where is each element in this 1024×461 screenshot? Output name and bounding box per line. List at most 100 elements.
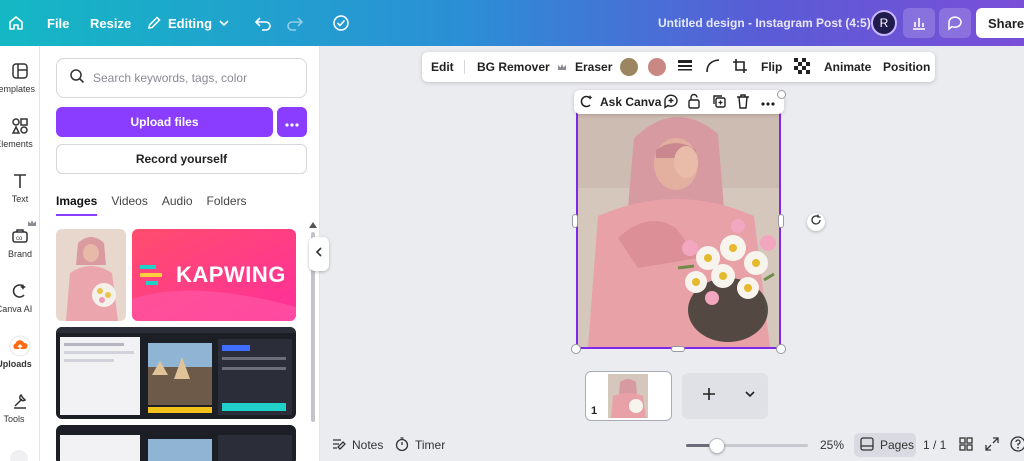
crop-button[interactable] — [732, 52, 748, 82]
collapse-panel-button[interactable] — [309, 237, 329, 271]
upload-tabs: Images Videos Audio Folders — [56, 194, 247, 216]
upload-thumbnail-screenshot-2[interactable] — [56, 425, 296, 461]
rail-item-tools[interactable]: Tools — [0, 390, 39, 424]
search-input[interactable] — [93, 71, 283, 85]
rotate-button[interactable] — [807, 213, 825, 231]
bg-remover-label: BG Remover — [477, 60, 550, 74]
uploads-icon — [0, 335, 39, 357]
resize-handle-bottom-right[interactable] — [776, 344, 786, 354]
cloud-check-icon — [332, 15, 350, 31]
editing-mode-menu[interactable]: Editing — [146, 0, 230, 46]
plus-icon — [702, 387, 716, 406]
zoom-slider[interactable] — [686, 444, 808, 447]
crown-icon — [27, 219, 37, 229]
pages-button[interactable]: Pages — [854, 433, 916, 457]
animate-button[interactable]: Animate — [824, 52, 871, 82]
eraser-button[interactable]: Eraser — [575, 52, 612, 82]
save-status-button[interactable] — [332, 0, 350, 46]
page-thumbnail-image — [608, 374, 648, 418]
canva-ai-sparkle-icon — [580, 94, 594, 111]
elements-icon — [0, 115, 39, 137]
transparency-button[interactable] — [794, 52, 810, 82]
upload-more-button[interactable] — [277, 107, 307, 137]
upload-files-button[interactable]: Upload files — [56, 107, 273, 137]
bg-remover-button[interactable]: BG Remover — [477, 52, 567, 82]
edit-button[interactable]: Edit — [431, 52, 454, 82]
color-swatch-2[interactable] — [648, 52, 666, 82]
help-button[interactable] — [1010, 431, 1024, 459]
share-button[interactable]: Share — [976, 8, 1024, 38]
image-toolbar: Edit BG Remover Eraser Flip Animate Posi… — [422, 52, 935, 82]
avatar[interactable]: R — [871, 10, 897, 36]
file-menu[interactable]: File — [47, 0, 69, 46]
insights-button[interactable] — [903, 8, 935, 38]
more-options-button[interactable] — [761, 90, 775, 114]
redo-icon — [286, 15, 304, 31]
resize-handle-bottom-left[interactable] — [571, 344, 581, 354]
text-icon — [0, 170, 39, 192]
chevron-down-icon — [218, 17, 230, 29]
rail-item-canva-ai[interactable]: Canva AI — [0, 280, 39, 314]
tab-audio[interactable]: Audio — [162, 194, 193, 216]
tab-videos[interactable]: Videos — [111, 194, 147, 216]
chevron-down-icon[interactable] — [744, 387, 756, 405]
tab-images[interactable]: Images — [56, 194, 98, 216]
upload-thumbnail-screenshot[interactable] — [56, 327, 296, 419]
lock-button[interactable] — [687, 90, 701, 114]
top-bar: File Resize Editing Untitled design - In… — [0, 0, 1024, 46]
undo-button[interactable] — [254, 0, 272, 46]
ask-canva-button[interactable]: Ask Canva — [580, 90, 661, 114]
border-lines-icon — [677, 59, 693, 76]
resize-handle-right[interactable] — [778, 214, 784, 228]
rail-label: Brand — [7, 249, 33, 259]
add-comment-button[interactable] — [663, 90, 679, 114]
corner-rounding-button[interactable] — [705, 52, 721, 82]
notes-button[interactable]: Notes — [332, 431, 383, 459]
design-title[interactable]: Untitled design - Instagram Post (4:5) — [658, 16, 871, 30]
comments-button[interactable] — [939, 8, 971, 38]
position-button[interactable]: Position — [883, 52, 930, 82]
resize-handle-bottom[interactable] — [671, 346, 685, 352]
lock-icon — [687, 93, 701, 112]
design-page[interactable] — [576, 96, 781, 349]
search-box[interactable] — [56, 58, 307, 98]
border-style-button[interactable] — [677, 52, 693, 82]
redo-button[interactable] — [286, 0, 304, 46]
chevron-left-icon — [314, 245, 324, 263]
tab-folders[interactable]: Folders — [207, 194, 247, 216]
upload-thumbnail-photo[interactable] — [56, 229, 126, 321]
rail-item-elements[interactable]: Elements — [0, 115, 39, 149]
toolbar-divider — [464, 60, 465, 74]
record-yourself-button[interactable]: Record yourself — [56, 144, 307, 174]
rail-item-brand[interactable]: co Brand — [0, 220, 39, 259]
duplicate-button[interactable] — [711, 90, 727, 114]
home-button[interactable] — [8, 0, 24, 46]
zoom-percent[interactable]: 25% — [820, 431, 844, 459]
rail-label: Tools — [3, 414, 25, 424]
rail-item-uploads[interactable]: Uploads — [0, 335, 39, 369]
zoom-slider-knob[interactable] — [708, 438, 725, 454]
quick-actions-bar: Ask Canva — [574, 90, 784, 114]
timer-label: Timer — [415, 438, 446, 452]
add-page-button[interactable] — [682, 373, 768, 419]
rail-more-icon[interactable] — [10, 450, 28, 461]
design-photo — [578, 98, 779, 347]
rail-item-templates[interactable]: Templates — [0, 60, 39, 94]
resize-handle-top-right[interactable] — [777, 90, 786, 99]
rail-item-text[interactable]: Text — [0, 170, 39, 204]
delete-button[interactable] — [736, 90, 750, 114]
resize-handle-left[interactable] — [572, 214, 578, 228]
notes-icon — [332, 437, 346, 454]
uploads-panel: Upload files Record yourself Images Vide… — [40, 46, 320, 461]
resize-menu[interactable]: Resize — [90, 0, 131, 46]
fullscreen-button[interactable] — [985, 431, 999, 459]
flip-button[interactable]: Flip — [761, 52, 782, 82]
page-counter: 1 / 1 — [923, 438, 947, 452]
rail-label: Canva AI — [0, 304, 33, 314]
grid-view-button[interactable] — [959, 431, 973, 459]
upload-thumbnail-kapwing[interactable]: KAPWING — [132, 229, 296, 321]
timer-button[interactable]: Timer — [395, 431, 445, 459]
page-thumbnail-1[interactable]: 1 — [585, 371, 672, 421]
corner-curve-icon — [705, 58, 721, 77]
color-swatch-1[interactable] — [620, 52, 638, 82]
